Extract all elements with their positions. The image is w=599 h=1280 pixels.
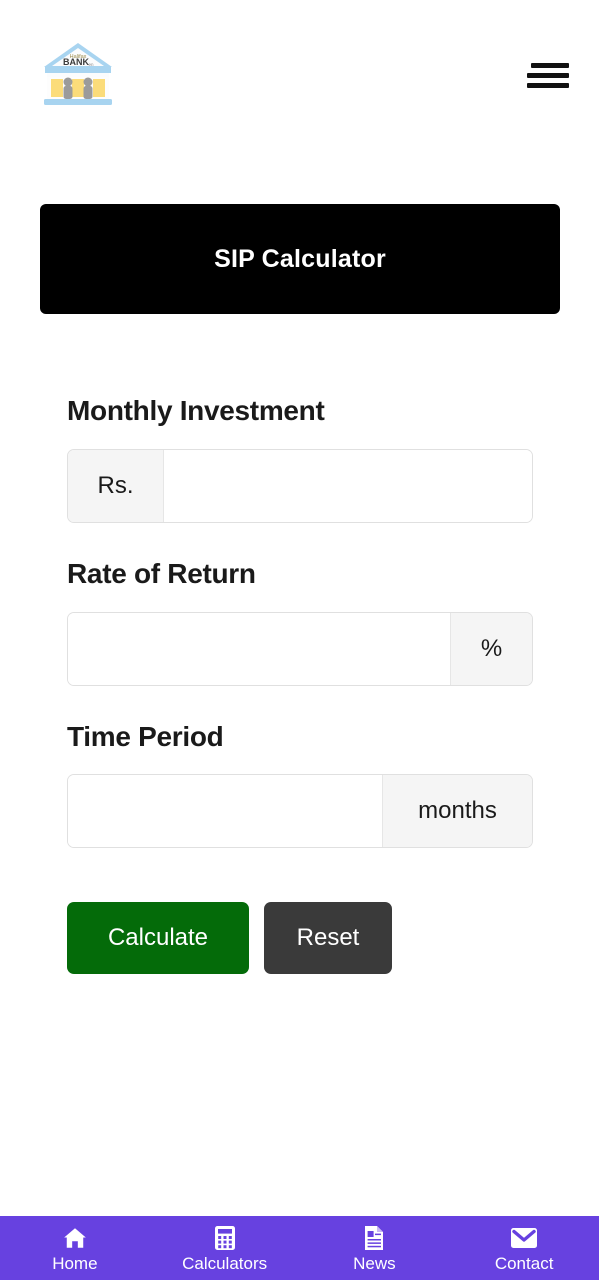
app-screen: Halifax BANK en SIP Calculator Monthly I…: [0, 0, 599, 1280]
nav-label-home: Home: [52, 1254, 98, 1273]
hamburger-menu-icon[interactable]: [527, 57, 573, 91]
nav-item-contact[interactable]: Contact: [449, 1216, 599, 1280]
form-actions: Calculate Reset: [67, 902, 533, 975]
nav-label-news: News: [353, 1254, 396, 1273]
app-header: Halifax BANK en: [0, 0, 599, 148]
monthly-investment-input[interactable]: [164, 449, 532, 522]
nav-label-calculators: Calculators: [182, 1254, 268, 1273]
field-time-period: Time Period months: [67, 720, 533, 849]
menu-bar-2: [527, 72, 569, 78]
news-document-icon: [360, 1224, 388, 1252]
field-monthly-investment: Monthly Investment Rs.: [67, 395, 533, 523]
nav-label-contact: Contact: [494, 1254, 554, 1273]
calculate-button[interactable]: Calculate: [67, 902, 249, 975]
nav-item-news[interactable]: News: [300, 1216, 450, 1280]
field-rate-of-return: Rate of Return %: [67, 557, 533, 686]
percent-suffix-addon: %: [450, 612, 532, 685]
bottom-navigation-bar: Home Calculators News Contact: [0, 1216, 599, 1280]
page-title: SIP Calculator: [214, 244, 386, 273]
time-period-input[interactable]: [68, 775, 382, 848]
input-group-monthly-investment: Rs.: [67, 448, 533, 523]
input-group-time-period: months: [67, 774, 533, 849]
currency-prefix-addon: Rs.: [68, 449, 164, 522]
label-time-period: Time Period: [67, 720, 224, 752]
input-group-rate-of-return: %: [67, 611, 533, 686]
svg-text:BANK: BANK: [63, 57, 89, 67]
svg-text:en: en: [88, 62, 94, 67]
menu-bar-3: [527, 82, 569, 88]
nav-item-home[interactable]: Home: [0, 1216, 150, 1280]
reset-button[interactable]: Reset: [264, 902, 392, 975]
label-monthly-investment: Monthly Investment: [67, 395, 325, 426]
label-rate-of-return: Rate of Return: [67, 557, 256, 589]
nav-item-calculators[interactable]: Calculators: [150, 1216, 300, 1280]
rate-of-return-input[interactable]: [68, 612, 450, 685]
page-title-banner: SIP Calculator: [40, 204, 560, 314]
bank-building-icon[interactable]: Halifax BANK en: [38, 37, 118, 111]
sip-calculator-form: Monthly Investment Rs. Rate of Return % …: [67, 395, 533, 975]
menu-bar-1: [531, 62, 569, 68]
calculator-icon: [211, 1224, 239, 1252]
envelope-icon: [510, 1224, 538, 1252]
months-suffix-addon: months: [382, 775, 532, 848]
home-icon: [61, 1224, 89, 1252]
